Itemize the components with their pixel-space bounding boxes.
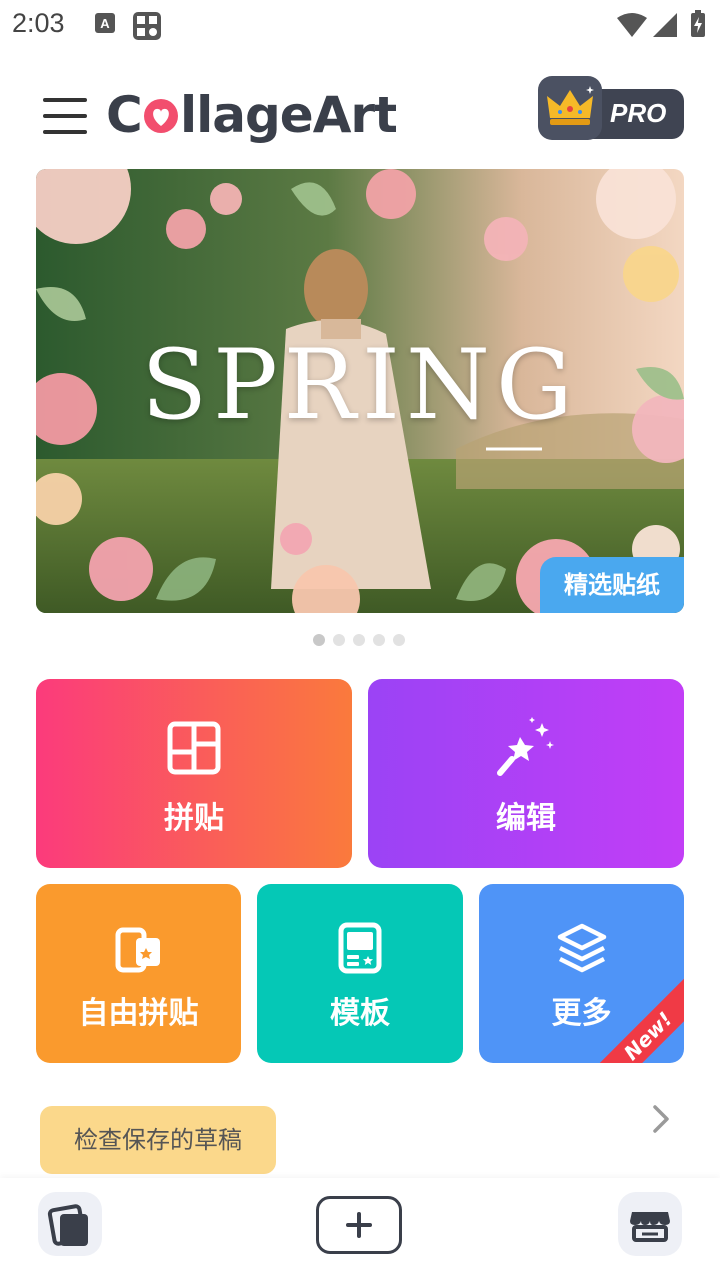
free-collage-tile[interactable]: 自由拼贴 [36, 884, 241, 1063]
app-logo: C llageArt CollageArt [106, 84, 396, 146]
templates-label: 模板 [330, 996, 390, 1031]
featured-banner[interactable]: SPRING 精选贴纸 [36, 169, 684, 613]
drafts-icon [47, 1204, 88, 1246]
pagination-dot[interactable] [313, 634, 325, 646]
pagination-dot[interactable] [393, 634, 405, 646]
store-button[interactable] [618, 1192, 682, 1256]
drafts-button[interactable] [38, 1192, 102, 1256]
collage-tile[interactable]: 拼贴 [36, 679, 352, 868]
svg-text:llageArt: llageArt [180, 86, 396, 144]
svg-text:A: A [100, 16, 110, 31]
hamburger-menu-icon[interactable] [40, 94, 90, 138]
wifi-icon [617, 13, 647, 37]
template-icon [338, 922, 382, 974]
pagination-dot[interactable] [333, 634, 345, 646]
edit-tile[interactable]: 编辑 [368, 679, 684, 868]
pro-label: PRO [610, 98, 667, 128]
status-time: 2:03 [12, 8, 65, 38]
bottom-bar [0, 1178, 720, 1280]
collageart-logo: C llageArt [106, 86, 396, 144]
pagination-dot[interactable] [373, 634, 385, 646]
drafts-tooltip[interactable]: 检查保存的草稿 [40, 1106, 276, 1174]
layers-icon [557, 923, 606, 973]
featured-stickers-tag[interactable]: 精选贴纸 [540, 557, 684, 613]
pro-button[interactable]: PRO [538, 76, 684, 140]
banner-pagination [313, 634, 405, 646]
collage-label: 拼贴 [164, 801, 224, 836]
add-button[interactable] [316, 1196, 402, 1254]
status-bar: 2:03 A [0, 0, 720, 50]
svg-text:C: C [106, 86, 143, 144]
cell-signal-icon [653, 13, 677, 37]
free-collage-label: 自由拼贴 [78, 996, 199, 1031]
crown-icon [538, 76, 602, 140]
store-icon [630, 1212, 670, 1242]
templates-tile[interactable]: 模板 [257, 884, 463, 1063]
magic-wand-icon [497, 717, 554, 776]
chevron-right-icon[interactable] [652, 1104, 670, 1134]
grid-layout-icon [167, 721, 221, 775]
edit-label: 编辑 [496, 801, 556, 836]
battery-charging-icon [691, 10, 705, 37]
pagination-dot[interactable] [353, 634, 365, 646]
keyboard-a-icon: A [95, 13, 115, 33]
banner-title: SPRING [141, 329, 579, 441]
sim-toolkit-icon [133, 12, 161, 40]
add-icon [346, 1212, 372, 1238]
more-tile[interactable]: 更多 New! [479, 884, 684, 1063]
freestyle-icon [115, 927, 160, 973]
